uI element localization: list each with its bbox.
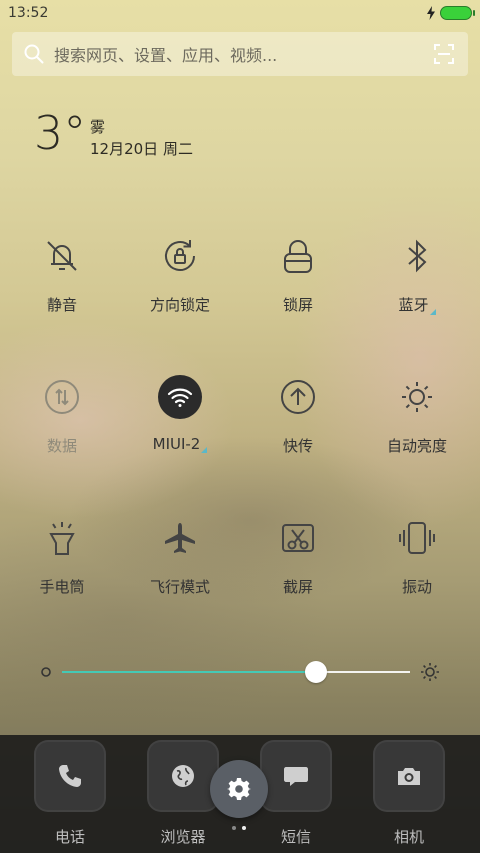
message-icon	[284, 767, 308, 786]
screenshot-icon	[282, 524, 314, 552]
toggle-label: 蓝牙	[398, 296, 429, 314]
status-bar: 13:52	[0, 0, 480, 28]
bell-off-icon	[47, 241, 77, 271]
lock-icon	[284, 240, 312, 273]
toggle-label-wrap: MIUI-2	[120, 435, 240, 453]
gear-icon	[227, 778, 251, 800]
rotation-lock-icon	[165, 240, 195, 271]
toggle-label: 静音	[46, 296, 77, 314]
globe-icon	[172, 765, 194, 787]
toggle-rotation-lock[interactable]: 方向锁定	[120, 232, 240, 315]
data-transfer-icon	[45, 380, 79, 414]
page-dot-active	[242, 826, 246, 830]
toggle-label: 手电筒	[39, 578, 85, 596]
brightness-thumb[interactable]	[305, 661, 328, 683]
toggle-silent[interactable]: 静音	[2, 232, 122, 315]
expand-indicator	[429, 309, 436, 315]
dock-app-label: 短信	[280, 828, 311, 846]
page-indicator	[232, 826, 246, 830]
flashlight-icon	[49, 522, 75, 555]
upload-icon	[281, 380, 315, 414]
toggle-bluetooth[interactable]: 蓝牙	[357, 232, 477, 315]
phone-icon	[59, 765, 81, 787]
status-time: 13:52	[8, 5, 49, 21]
toggle-quick-transfer[interactable]: 快传	[238, 373, 358, 456]
toggle-label: 锁屏	[282, 296, 313, 314]
settings-button[interactable]	[210, 760, 268, 818]
airplane-icon	[165, 523, 195, 553]
page-dot	[232, 826, 236, 830]
search-bar[interactable]: 搜索网页、设置、应用、视频...	[12, 32, 468, 76]
toggle-vibrate[interactable]: 振动	[357, 514, 477, 597]
weather-date: 12月20日 周二	[90, 140, 193, 158]
temperature: 3°	[34, 106, 87, 160]
scan-icon[interactable]	[434, 44, 454, 64]
toggle-label: 方向锁定	[149, 296, 210, 314]
toggle-label: 快传	[282, 437, 313, 455]
dock-app-browser[interactable]: 浏览器	[147, 740, 219, 847]
dock-app-label: 相机	[393, 828, 424, 846]
vibrate-icon	[399, 522, 435, 554]
wifi-icon	[167, 388, 193, 407]
camera-icon	[398, 768, 420, 785]
dock-app-label: 电话	[54, 828, 85, 846]
brightness-low-icon	[41, 667, 51, 677]
toggle-flashlight[interactable]: 手电筒	[2, 514, 122, 597]
toggle-label: 振动	[401, 578, 432, 596]
brightness-high-icon	[421, 663, 439, 681]
search-placeholder: 搜索网页、设置、应用、视频...	[54, 46, 278, 65]
battery-icon	[440, 6, 475, 20]
dock-app-camera[interactable]: 相机	[373, 740, 445, 847]
search-icon	[24, 44, 44, 64]
toggle-label: 自动亮度	[386, 437, 447, 455]
toggle-label: 数据	[46, 437, 77, 455]
charging-icon	[427, 6, 435, 20]
sun-icon	[402, 382, 432, 412]
toggle-label-wrap: 蓝牙	[357, 294, 477, 315]
dock-app-messages[interactable]: 短信	[260, 740, 332, 847]
toggle-label: 截屏	[282, 578, 313, 596]
toggle-wifi[interactable]: MIUI-2	[120, 373, 240, 453]
toggle-label: 飞行模式	[149, 578, 210, 596]
brightness-slider[interactable]	[40, 658, 440, 686]
dock-app-label: 浏览器	[160, 828, 206, 846]
weather-condition: 雾	[90, 118, 106, 136]
toggle-auto-brightness[interactable]: 自动亮度	[357, 373, 477, 456]
toggle-label: MIUI-2	[152, 435, 201, 453]
brightness-fill	[62, 671, 317, 673]
toggle-screenshot[interactable]: 截屏	[238, 514, 358, 597]
expand-indicator	[201, 447, 208, 453]
dock-app-phone[interactable]: 电话	[34, 740, 106, 847]
status-icons	[426, 6, 475, 20]
bluetooth-icon	[408, 239, 427, 273]
toggle-airplane[interactable]: 飞行模式	[120, 514, 240, 597]
wifi-active-badge	[158, 375, 202, 419]
toggle-lock-screen[interactable]: 锁屏	[238, 232, 358, 315]
toggle-data[interactable]: 数据	[2, 373, 122, 456]
